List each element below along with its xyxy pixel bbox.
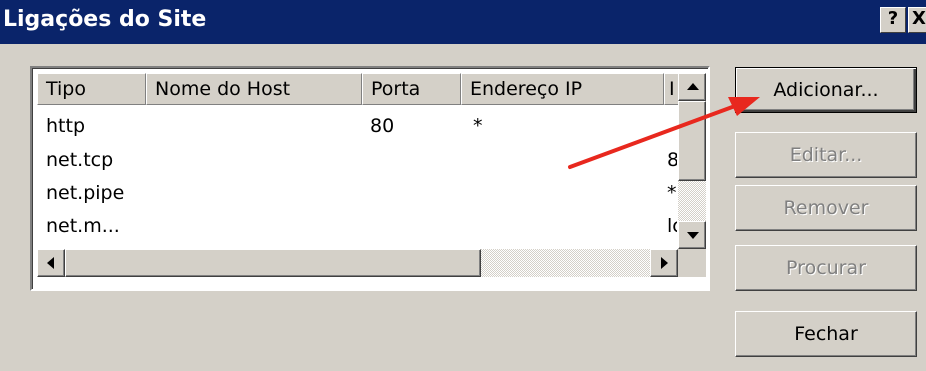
scroll-corner (678, 249, 706, 277)
vertical-scrollbar[interactable] (678, 73, 706, 249)
horizontal-scrollbar[interactable] (37, 249, 678, 277)
browse-button[interactable]: Procurar (735, 245, 917, 291)
cell-tipo: net.m... (46, 215, 120, 237)
column-header-tipo[interactable]: Tipo (37, 73, 146, 105)
cell-extra: * (667, 182, 677, 204)
bindings-list[interactable]: Tipo Nome do Host Porta Endereço IP I ht… (30, 66, 710, 291)
cell-endereco-ip: * (473, 115, 483, 137)
cell-tipo: net.tcp (46, 149, 114, 171)
dialog-title: Ligações do Site (3, 7, 207, 32)
column-header-porta[interactable]: Porta (362, 73, 461, 105)
arrow-right-icon[interactable] (650, 249, 678, 277)
cell-tipo: http (46, 115, 86, 137)
help-icon[interactable]: ? (880, 7, 906, 33)
column-header-nome-do-host[interactable]: Nome do Host (146, 73, 362, 105)
arrow-left-icon[interactable] (37, 249, 65, 277)
vertical-scroll-thumb[interactable] (678, 101, 706, 181)
close-button[interactable]: Fechar (735, 311, 917, 357)
cell-porta: 80 (370, 115, 395, 137)
list-header: Tipo Nome do Host Porta Endereço IP I (37, 73, 684, 105)
close-icon[interactable]: X (908, 7, 926, 33)
add-button[interactable]: Adicionar... (735, 67, 917, 113)
arrow-up-icon[interactable] (678, 73, 706, 101)
cell-tipo: net.pipe (46, 182, 125, 204)
horizontal-scroll-thumb[interactable] (65, 249, 481, 277)
arrow-down-icon[interactable] (678, 221, 706, 249)
column-header-endereco-ip[interactable]: Endereço IP (461, 73, 664, 105)
title-bar: Ligações do Site ? X (0, 0, 926, 44)
site-bindings-dialog: Ligações do Site ? X Tipo Nome do Host P… (0, 0, 926, 371)
edit-button[interactable]: Editar... (735, 132, 917, 178)
cell-extra: 8 (667, 149, 677, 171)
cell-extra: lc (667, 215, 677, 237)
remove-button[interactable]: Remover (735, 185, 917, 231)
